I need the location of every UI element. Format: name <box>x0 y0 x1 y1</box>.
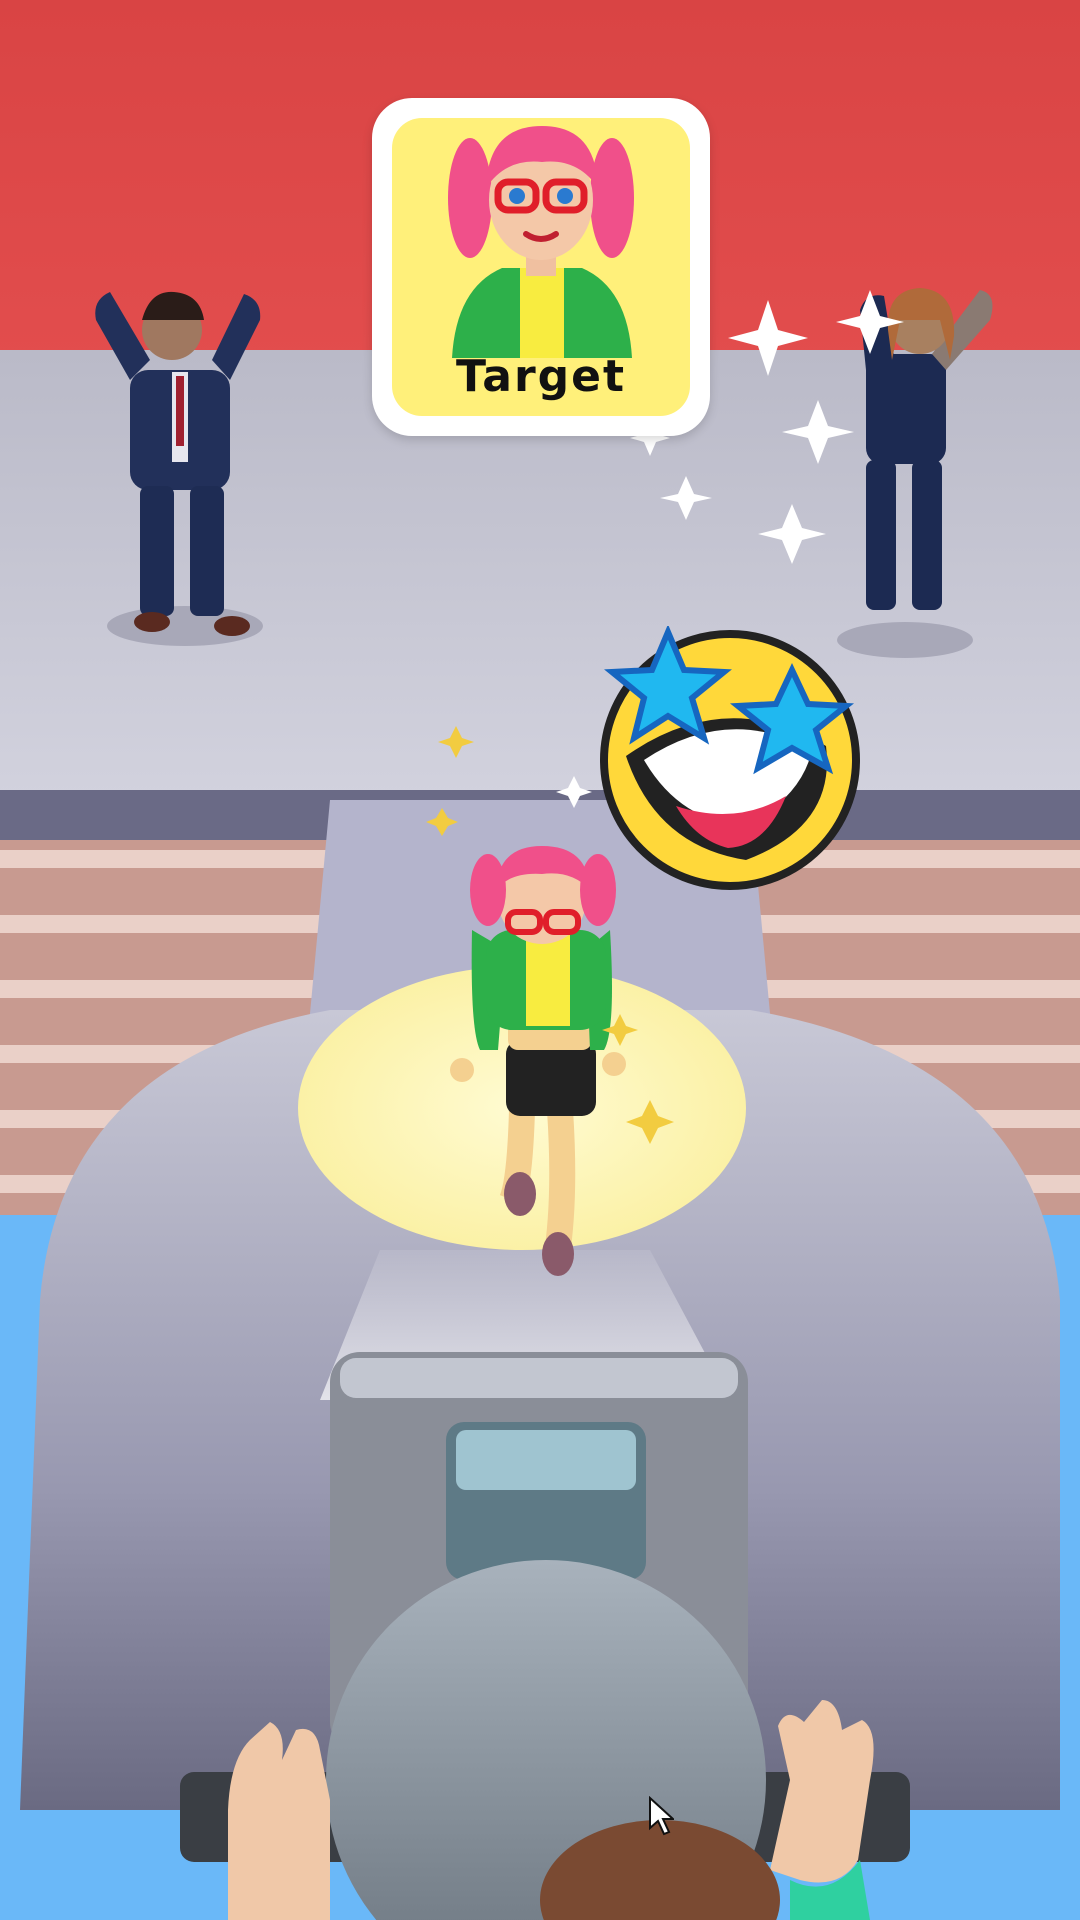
left-hand <box>228 1722 330 1920</box>
target-card-inner: Target <box>392 118 690 416</box>
star-struck-emoji <box>600 626 860 890</box>
mouse-cursor-icon <box>649 1796 674 1836</box>
target-card: Target <box>372 98 710 436</box>
target-portrait <box>448 126 634 358</box>
target-label: Target <box>455 351 627 402</box>
